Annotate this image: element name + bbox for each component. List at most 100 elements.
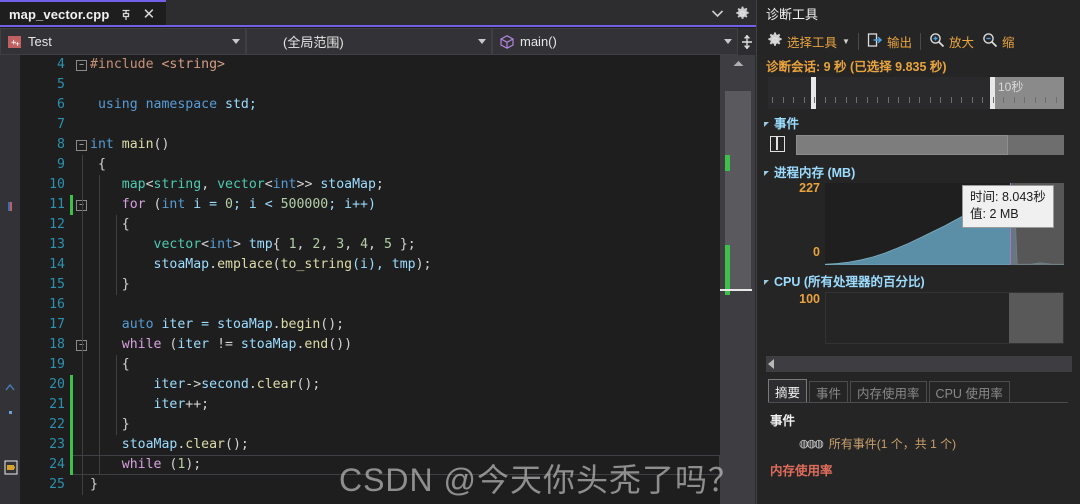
events-section-header[interactable]: 事件 <box>757 112 1080 132</box>
tooltip-value: 值: 2 MB <box>970 206 1019 221</box>
cpu-graph[interactable]: 100 <box>768 290 1064 350</box>
symbol-dropdown[interactable]: main() <box>492 28 738 55</box>
code-line-text: stoaMap.clear(); <box>121 437 249 452</box>
chevron-down-icon[interactable] <box>473 39 491 44</box>
diagnostic-tab-2[interactable]: 事件 <box>809 381 849 402</box>
change-marker <box>70 455 73 475</box>
scroll-left-icon[interactable] <box>768 359 774 369</box>
code-line[interactable]: 5 <box>20 75 720 95</box>
output-icon <box>867 32 883 51</box>
diagnostic-tab-bar: 摘要 事件 内存使用率 CPU 使用率 <box>768 378 1080 402</box>
diagnostic-horizontal-scrollbar[interactable] <box>766 356 1072 372</box>
chevron-down-icon[interactable] <box>227 39 245 44</box>
code-line[interactable]: 25} <box>20 475 720 495</box>
editor-tabstrip: map_vector.cpp ✕ <box>0 0 756 27</box>
tabstrip-accent-line <box>0 25 756 27</box>
gear-icon[interactable] <box>728 0 756 27</box>
editor-vertical-scrollbar[interactable] <box>720 55 756 504</box>
memory-axis-max: 227 <box>799 181 820 195</box>
all-events-row[interactable]: ◍◍◍ 所有事件(1 个，共 1 个) <box>799 435 1080 452</box>
split-view-icon[interactable] <box>738 28 756 55</box>
editor-tab-map-vector-cpp[interactable]: map_vector.cpp ✕ <box>0 0 166 27</box>
chevron-down-icon[interactable]: ▼ <box>842 37 850 46</box>
cpu-axis-max: 100 <box>799 292 820 306</box>
line-number: 5 <box>57 77 65 92</box>
code-line[interactable]: 20 iter->second.clear(); <box>20 375 720 395</box>
close-icon[interactable]: ✕ <box>141 6 156 23</box>
code-line[interactable]: 6 using namespace std; <box>20 95 720 115</box>
code-line[interactable]: 14 stoaMap.emplace(to_string(i), tmp); <box>20 255 720 275</box>
indicator-margin[interactable] <box>0 55 20 504</box>
line-number: 12 <box>49 217 65 232</box>
diagnostic-tab-1[interactable]: 摘要 <box>768 379 808 402</box>
code-line[interactable]: 12 { <box>20 215 720 235</box>
zoom-out-label: 缩 <box>1001 35 1015 50</box>
zoom-out-button[interactable]: 缩 <box>978 29 1019 53</box>
code-line[interactable]: 16 <box>20 295 720 315</box>
events-track-row[interactable] <box>768 132 1064 158</box>
diagnostic-tools-panel: 诊断工具 选择工具 ▼ 输出 放大 缩 诊断会话: 9 秒 (已选择 9.835… <box>756 0 1080 504</box>
collapse-triangle-icon[interactable] <box>764 170 769 176</box>
gear-icon <box>767 32 783 51</box>
code-line[interactable]: 19 { <box>20 355 720 375</box>
collapse-triangle-icon[interactable] <box>764 279 769 285</box>
cpu-section-header[interactable]: CPU (所有处理器的百分比) <box>757 270 1080 290</box>
code-text-area[interactable]: 4− #include <string> 5 6 using namespace st… <box>20 55 720 504</box>
code-line[interactable]: 9 { <box>20 155 720 175</box>
line-number: 17 <box>49 317 65 332</box>
code-line[interactable]: 24 while (1); <box>20 455 720 475</box>
code-line[interactable]: 4− #include <string> <box>20 55 720 75</box>
scrollbar-caret-mark <box>720 289 752 291</box>
project-dropdown[interactable]: + + Test <box>0 28 246 55</box>
diagnostic-timeline[interactable]: 10秒 <box>768 77 1064 109</box>
code-line[interactable]: 23 stoaMap.clear(); <box>20 435 720 455</box>
scope-dropdown[interactable]: (全局范围) <box>246 28 492 55</box>
zoom-in-button[interactable]: 放大 <box>925 29 978 53</box>
memory-axis-min: 0 <box>813 245 820 259</box>
output-button[interactable]: 输出 <box>863 29 916 53</box>
memory-graph[interactable]: 227 0 时间: 8.043秒 值: 2 MB <box>768 181 1064 267</box>
visual-studio-window: map_vector.cpp ✕ + + Test (全局范围) main() … <box>0 0 1080 504</box>
code-line-text: iter++; <box>153 397 210 412</box>
fold-toggle-icon[interactable]: − <box>76 135 87 155</box>
collapse-triangle-icon[interactable] <box>764 121 769 127</box>
code-line[interactable]: 22 } <box>20 415 720 435</box>
code-line[interactable]: 13 vector<int> tmp{ 1, 2, 3, 4, 5 }; <box>20 235 720 255</box>
bookmark-indicator-icon[interactable] <box>4 199 16 211</box>
code-line[interactable]: 11− for (int i = 0; i < 500000; i++) <box>20 195 720 215</box>
cpu-plot-area <box>825 292 1064 344</box>
indent-guide <box>82 475 83 495</box>
code-line[interactable]: 18− while (iter != stoaMap.end()) <box>20 335 720 355</box>
select-tools-button[interactable]: 选择工具 ▼ <box>763 29 854 53</box>
scroll-up-icon[interactable] <box>720 55 756 72</box>
memory-section-header[interactable]: 进程内存 (MB) <box>757 161 1080 181</box>
timeline-handle-left[interactable] <box>811 77 816 109</box>
change-marker <box>70 395 73 415</box>
code-line[interactable]: 21 iter++; <box>20 395 720 415</box>
diagnostic-tab-label: 内存使用率 <box>857 386 920 401</box>
code-line[interactable]: 8− int main() <box>20 135 720 155</box>
pin-icon[interactable] <box>118 7 134 23</box>
fold-toggle-icon[interactable]: − <box>76 55 87 75</box>
dot-indicator-icon[interactable] <box>4 405 16 417</box>
timeline-handle-right[interactable] <box>990 77 995 109</box>
code-line[interactable]: 17 auto iter = stoaMap.begin(); <box>20 315 720 335</box>
code-line[interactable]: 15 } <box>20 275 720 295</box>
clipboard-indicator-icon[interactable] <box>4 459 19 475</box>
diagnostic-tab-3[interactable]: 内存使用率 <box>850 381 927 402</box>
code-line-text: auto iter = stoaMap.begin(); <box>121 317 345 332</box>
chevron-down-icon[interactable] <box>706 0 728 27</box>
diagnostic-tab-4[interactable]: CPU 使用率 <box>928 381 1010 402</box>
chevron-down-icon[interactable] <box>719 39 737 44</box>
code-line[interactable]: 7 <box>20 115 720 135</box>
line-number: 20 <box>49 377 65 392</box>
code-line-text: } <box>90 277 130 292</box>
code-line[interactable]: 10 map<string, vector<int>> stoaMap; <box>20 175 720 195</box>
indent-guide <box>82 255 83 275</box>
tab-bar-separator <box>768 402 1068 403</box>
collapse-indicator-icon[interactable] <box>4 381 16 393</box>
line-number: 18 <box>49 337 65 352</box>
code-line-text: { <box>90 157 106 172</box>
toolbar-separator <box>857 32 859 50</box>
diagnostic-toolbar: 选择工具 ▼ 输出 放大 缩 <box>757 27 1080 55</box>
